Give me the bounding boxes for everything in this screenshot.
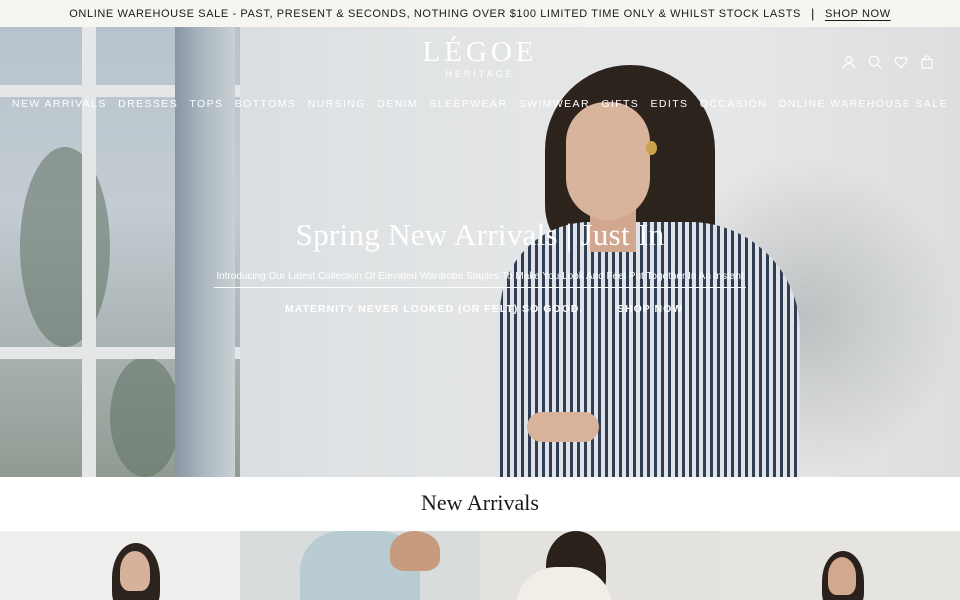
brand-logo[interactable]: LÉGOE HERITAGE <box>380 37 580 79</box>
nav-item-occasion[interactable]: OCCASION <box>700 98 767 110</box>
nav-item-gifts[interactable]: GIFTS <box>601 98 639 110</box>
brand-name: LÉGOE <box>422 36 538 68</box>
hero-banner[interactable]: LÉGOE HERITAGE NEW ARRIVALS DRESSES TOPS… <box>0 27 960 477</box>
nav-item-new-arrivals[interactable]: NEW ARRIVALS <box>12 98 107 110</box>
announcement-separator: | <box>811 6 815 21</box>
nav-item-dresses[interactable]: DRESSES <box>118 98 178 110</box>
product-card[interactable] <box>720 531 960 600</box>
header-icons <box>842 55 934 69</box>
brand-tagline: HERITAGE <box>445 69 515 79</box>
wishlist-heart-icon[interactable] <box>894 55 908 69</box>
search-icon[interactable] <box>868 55 882 69</box>
nav-item-swimwear[interactable]: SWIMWEAR <box>519 98 590 110</box>
shopping-bag-icon[interactable] <box>920 55 934 69</box>
hero-intro-text: Introducing Our Latest Collection Of Ele… <box>214 271 746 288</box>
hero-tagline: MATERNITY NEVER LOOKED (OR FELT) SO GOOD… <box>285 303 584 315</box>
nav-item-online-warehouse-sale[interactable]: ONLINE WAREHOUSE SALE <box>778 98 948 110</box>
announcement-shop-now-link[interactable]: SHOP NOW <box>825 8 891 20</box>
nav-item-denim[interactable]: DENIM <box>377 98 418 110</box>
nav-item-nursing[interactable]: NURSING <box>308 98 366 110</box>
product-card[interactable] <box>0 531 240 600</box>
announcement-bar: ONLINE WAREHOUSE SALE - PAST, PRESENT & … <box>0 0 960 27</box>
nav-item-sleepwear[interactable]: SLEEPWEAR <box>429 98 507 110</box>
announcement-text: ONLINE WAREHOUSE SALE - PAST, PRESENT & … <box>69 7 801 20</box>
product-card[interactable] <box>480 531 720 600</box>
new-arrivals-heading: New Arrivals <box>421 490 539 515</box>
account-icon[interactable] <box>842 55 856 69</box>
product-card[interactable] <box>240 531 480 600</box>
hero-shop-now-button[interactable]: SHOP NOW <box>617 303 683 315</box>
product-grid <box>0 531 960 600</box>
nav-item-bottoms[interactable]: BOTTOMS <box>235 98 297 110</box>
nav-item-tops[interactable]: TOPS <box>189 98 223 110</box>
main-navigation: NEW ARRIVALS DRESSES TOPS BOTTOMS NURSIN… <box>12 98 948 110</box>
hero-headline: Spring New Arrivals | Just In <box>295 217 665 252</box>
nav-item-edits[interactable]: EDITS <box>651 98 689 110</box>
